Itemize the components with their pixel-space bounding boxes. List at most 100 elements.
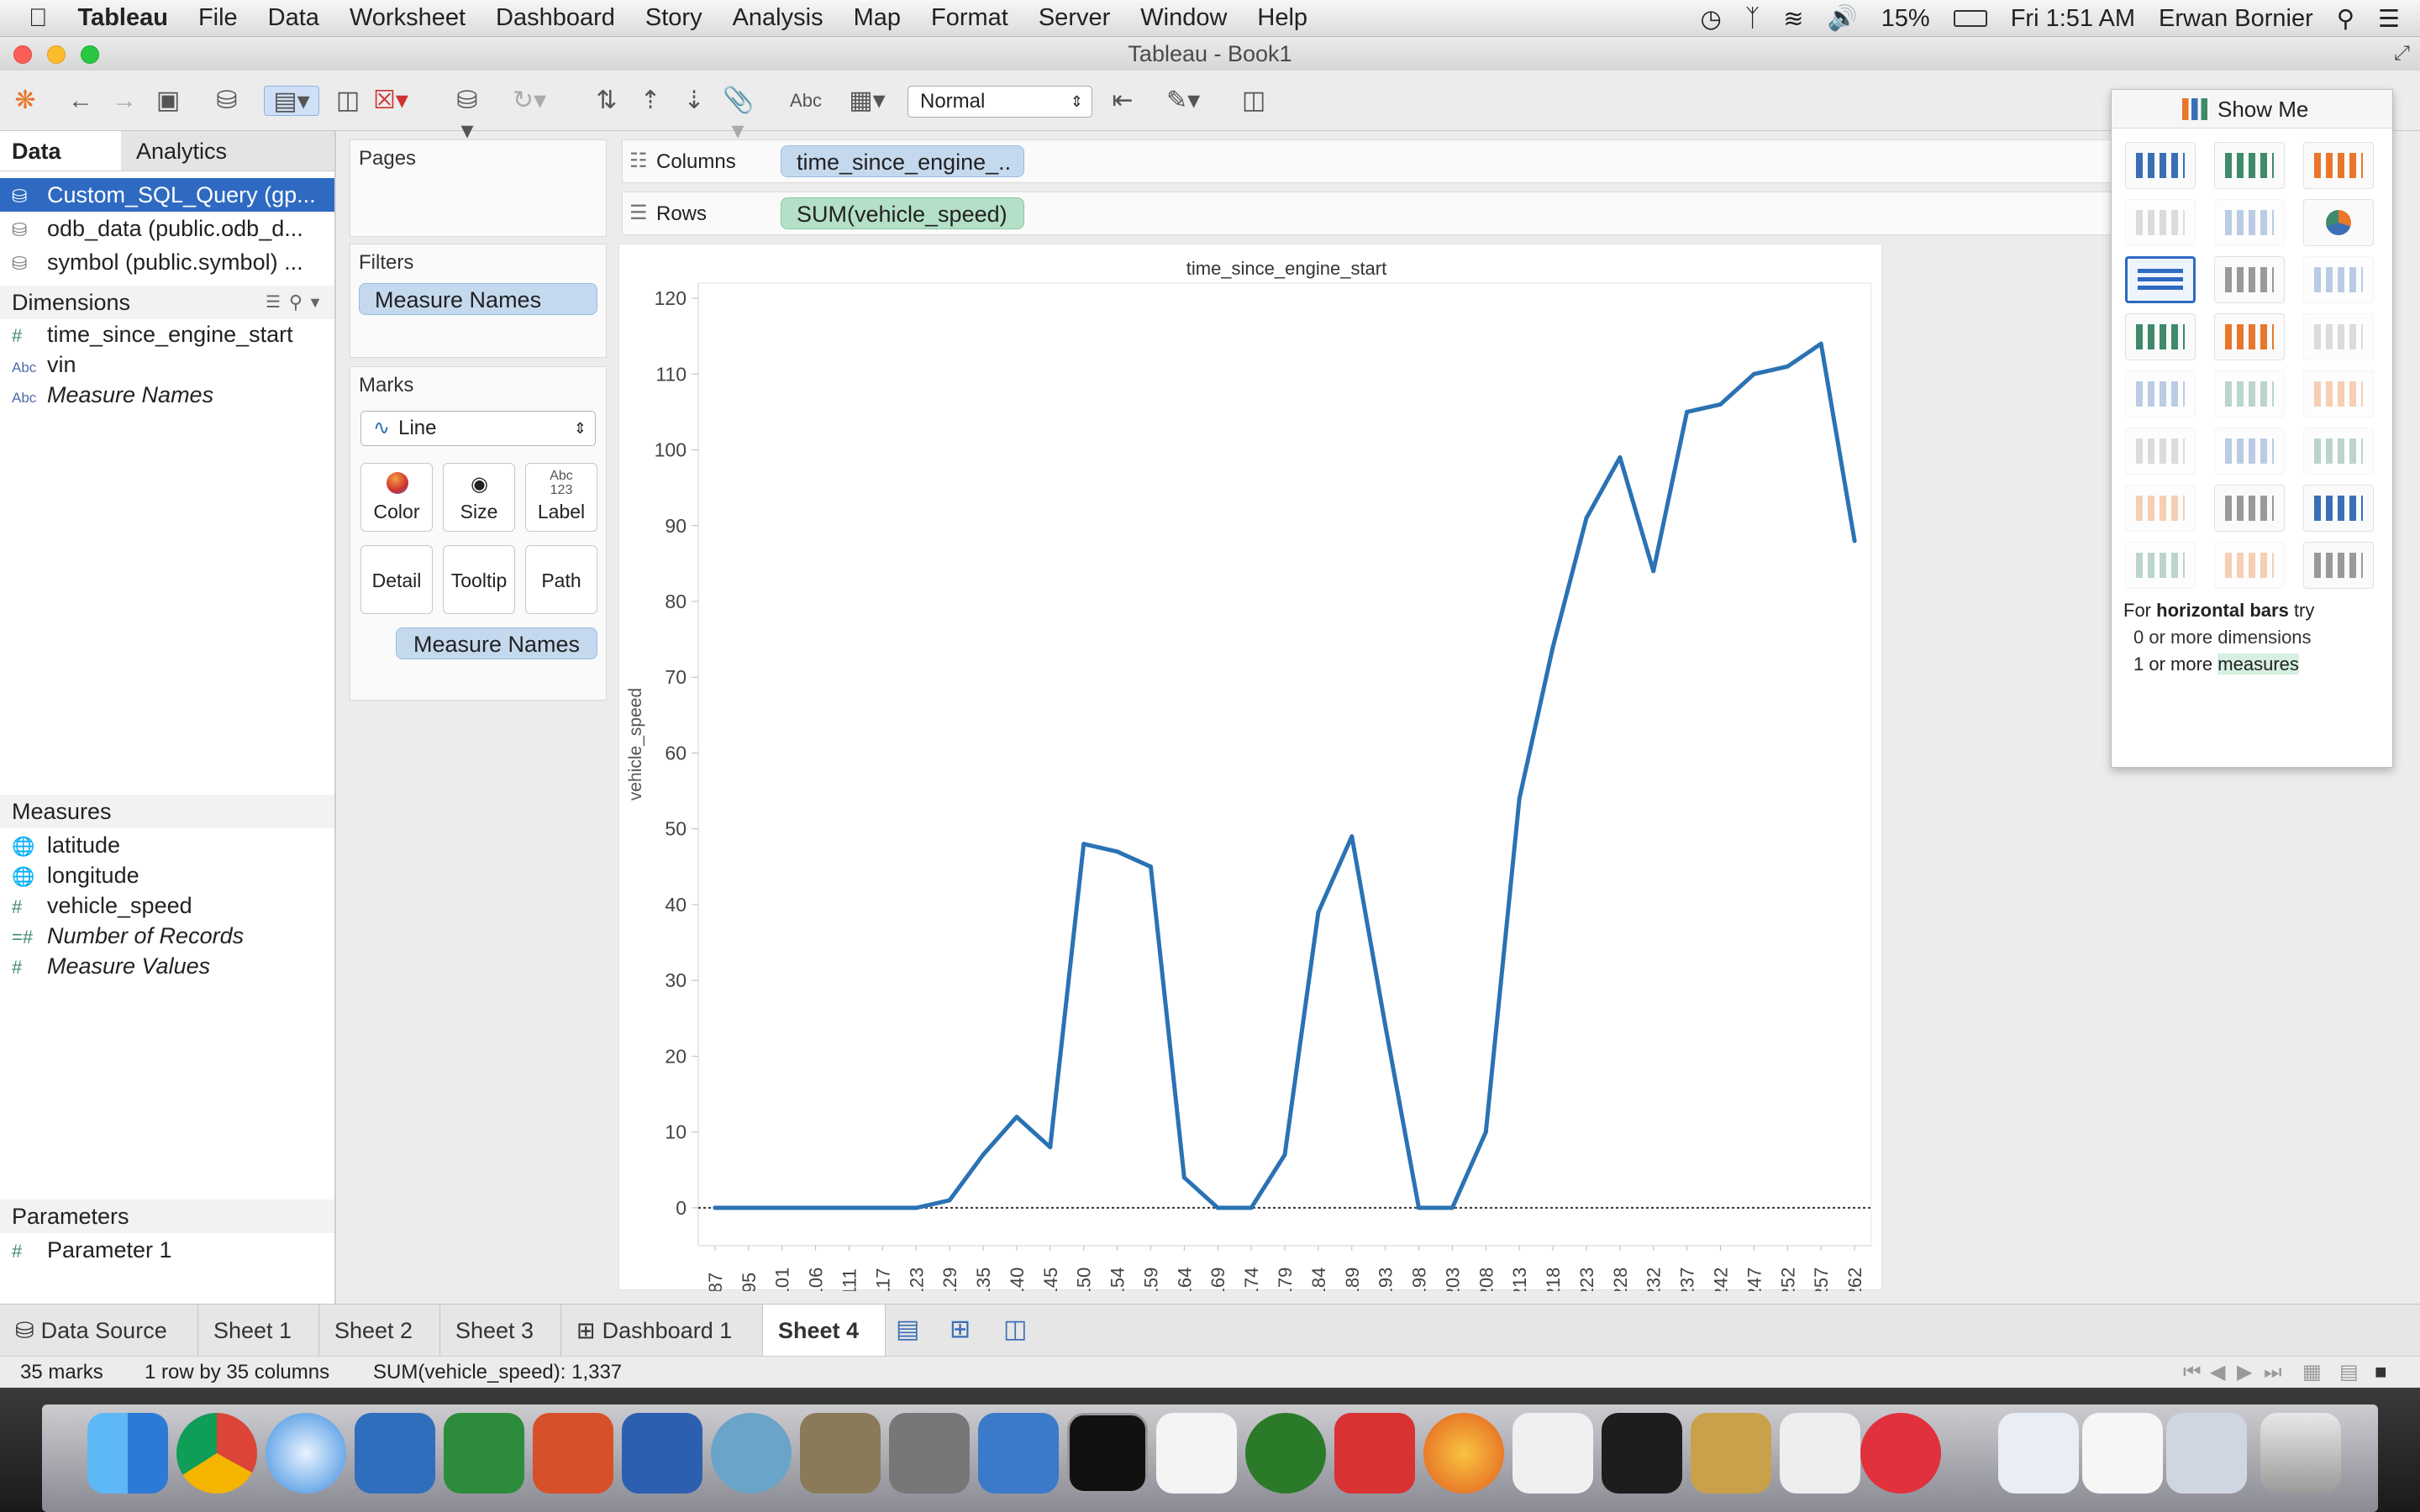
filter-pill[interactable]: Measure Names [359, 283, 597, 315]
menu-analysis[interactable]: Analysis [733, 4, 823, 32]
datasource-item[interactable]: ⛁ symbol (public.symbol) ... [0, 245, 334, 279]
marks-pill[interactable]: Measure Names [396, 627, 597, 659]
terminal-icon[interactable] [1067, 1413, 1148, 1494]
dimension-field[interactable]: Abc Measure Names [0, 380, 334, 410]
menu-data[interactable]: Data [268, 4, 319, 32]
area-continuous-chart-icon[interactable] [2125, 428, 2196, 475]
stack-icon[interactable] [2166, 1413, 2247, 1494]
battery-label[interactable]: 15% [1881, 5, 1930, 33]
view-toggle-icon[interactable]: ☰ [266, 286, 281, 319]
highlight-icon[interactable]: ✎▾ [1166, 86, 1200, 116]
zoom-window-button[interactable] [81, 45, 99, 64]
filled-map-chart-icon[interactable] [2214, 199, 2285, 246]
show-labels-icon[interactable]: Abc [786, 86, 825, 116]
menu-story[interactable]: Story [645, 4, 702, 32]
xmind-icon[interactable] [1334, 1413, 1415, 1494]
close-window-button[interactable] [13, 45, 32, 64]
clock[interactable]: Fri 1:51 AM [2011, 5, 2135, 33]
menu-file[interactable]: File [198, 4, 238, 32]
new-story-icon[interactable]: ◫ [1003, 1315, 1027, 1344]
excel-icon[interactable] [444, 1413, 524, 1494]
tab-sheet-2[interactable]: Sheet 2 [319, 1305, 440, 1357]
pause-updates-icon[interactable]: ⛁▾ [452, 86, 482, 144]
color-button[interactable]: Color [360, 463, 433, 532]
tab-sheet-3[interactable]: Sheet 3 [440, 1305, 561, 1357]
dual-lines-chart-icon[interactable] [2303, 370, 2374, 417]
dual-combination-chart-icon[interactable] [2303, 428, 2374, 475]
itunes-icon[interactable] [1860, 1413, 1941, 1494]
finder-icon[interactable] [87, 1413, 168, 1494]
stacked-bars-chart-icon[interactable] [2214, 256, 2285, 303]
sort-descending-icon[interactable]: ⇣ [679, 86, 709, 116]
group-members-icon[interactable]: 📎▾ [723, 86, 754, 144]
tab-data[interactable]: Data [0, 131, 121, 171]
side-by-side-bars-chart-icon[interactable] [2303, 256, 2374, 303]
parameter-field[interactable]: # Parameter 1 [0, 1235, 334, 1265]
show-me-header[interactable]: Show Me [2112, 90, 2392, 129]
bluetooth-icon[interactable]: ᛉ [1745, 5, 1760, 33]
box-and-whisker-chart-icon[interactable] [2303, 485, 2374, 532]
todo-list-icon[interactable] [1156, 1413, 1237, 1494]
symbol-map-chart-icon[interactable] [2125, 199, 2196, 246]
packed-bubbles-chart-icon[interactable] [2303, 542, 2374, 589]
heat-map-chart-icon[interactable] [2214, 142, 2285, 189]
chevron-down-icon[interactable]: ▼ [308, 286, 323, 319]
menu-format[interactable]: Format [931, 4, 1008, 32]
fit-icon[interactable]: ⇤ [1107, 86, 1138, 116]
gimp-icon[interactable] [800, 1413, 881, 1494]
menu-map[interactable]: Map [854, 4, 901, 32]
prev-page-icon[interactable]: ◀ [2210, 1357, 2225, 1389]
text-table-chart-icon[interactable] [2125, 142, 2196, 189]
detail-button[interactable]: Detail [360, 545, 433, 614]
measure-field[interactable]: # vehicle_speed [0, 890, 334, 921]
label-button[interactable]: Abc 123 Label [525, 463, 597, 532]
tab-sheet-1[interactable]: Sheet 1 [198, 1305, 319, 1357]
dimension-field[interactable]: Abc vin [0, 349, 334, 380]
last-page-icon[interactable]: ⏭ [2264, 1357, 2282, 1389]
path-button[interactable]: Path [525, 545, 597, 614]
measure-field[interactable]: 🌐 latitude [0, 830, 334, 860]
word-icon[interactable] [355, 1413, 435, 1494]
apple-icon[interactable]:  [29, 4, 48, 33]
datasource-item[interactable]: ⛁ odb_data (public.odb_d... [0, 212, 334, 245]
pie-chart-chart-icon[interactable] [2303, 199, 2374, 246]
measure-field[interactable]: =# Number of Records [0, 921, 334, 951]
duplicate-sheet-icon[interactable]: ◫ [333, 86, 363, 116]
mark-type-select[interactable]: ∿ Line ⇕ [360, 411, 596, 446]
console-icon[interactable] [1602, 1413, 1682, 1494]
horizontal-bars-chart-icon[interactable] [2125, 256, 2196, 303]
trash-icon[interactable] [2260, 1413, 2341, 1494]
network-app-icon[interactable] [711, 1413, 792, 1494]
spotlight-icon[interactable]: ⚲ [2337, 4, 2354, 34]
fullscreen-icon[interactable]: ⤢ [2394, 37, 2410, 71]
new-worksheet-icon[interactable]: ▤▾ [264, 86, 319, 116]
menu-help[interactable]: Help [1257, 4, 1307, 32]
ipa-file-icon[interactable] [1998, 1413, 2079, 1494]
chrome-icon[interactable] [176, 1413, 257, 1494]
redo-icon[interactable]: → [109, 86, 139, 116]
new-data-source-icon[interactable]: ⛁ [212, 86, 242, 116]
circle-views-chart-icon[interactable] [2214, 313, 2285, 360]
notes-icon[interactable] [1780, 1413, 1860, 1494]
search-icon[interactable]: ⚲ [289, 286, 302, 319]
refresh-icon[interactable]: ↻▾ [513, 86, 546, 116]
minimize-window-button[interactable] [47, 45, 66, 64]
menu-server[interactable]: Server [1039, 4, 1110, 32]
tableau-logo-icon[interactable]: ❋ [10, 86, 40, 116]
line-chart[interactable]: time_since_engine_start vehicle_speed 0 1… [619, 244, 1883, 1298]
tableau-app-icon[interactable] [1512, 1413, 1593, 1494]
powerpoint-icon[interactable] [533, 1413, 613, 1494]
fix-axes-icon[interactable]: ▦▾ [844, 86, 891, 116]
area-discrete-chart-icon[interactable] [2214, 428, 2285, 475]
battery-icon[interactable] [1953, 10, 1987, 27]
firefox-icon[interactable] [1423, 1413, 1504, 1494]
tab-data-source[interactable]: ⛁ Data Source [0, 1305, 198, 1357]
measure-field[interactable]: # Measure Values [0, 951, 334, 981]
next-page-icon[interactable]: ▶ [2237, 1357, 2252, 1389]
wireshark-icon[interactable] [978, 1413, 1059, 1494]
scatter-plot-chart-icon[interactable] [2125, 485, 2196, 532]
menu-dashboard[interactable]: Dashboard [496, 4, 615, 32]
filmstrip-view-icon[interactable]: ▤ [2339, 1357, 2359, 1389]
chart-view[interactable]: time_since_engine_start vehicle_speed 0 1… [618, 244, 1883, 1298]
gantt-chart-icon[interactable] [2125, 542, 2196, 589]
